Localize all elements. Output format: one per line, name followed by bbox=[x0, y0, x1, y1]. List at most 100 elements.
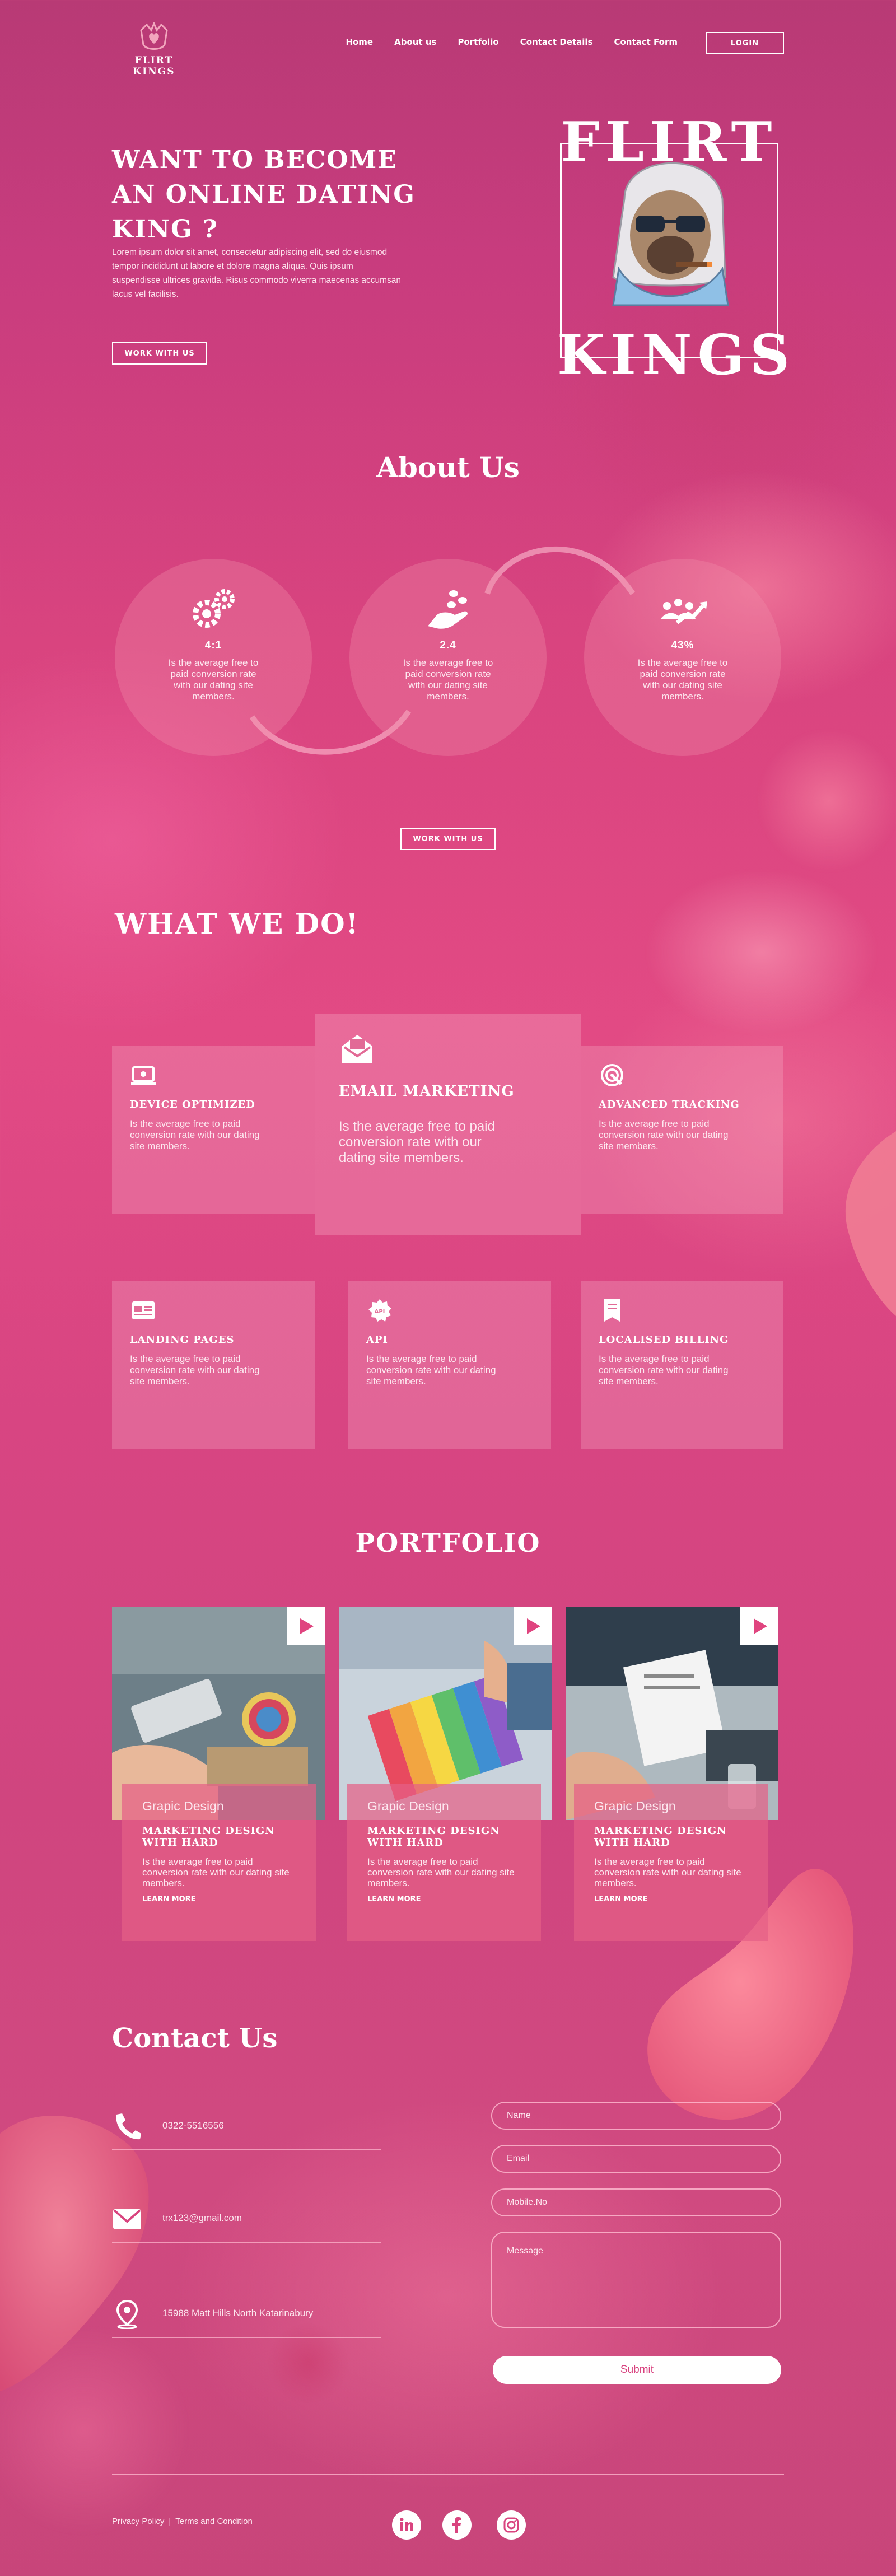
service-title: EMAIL MARKETING bbox=[339, 1083, 515, 1100]
rose-petal bbox=[0, 2115, 149, 2391]
service-card: ADVANCED TRACKING Is the average free to… bbox=[581, 1046, 783, 1214]
nav-contact-form[interactable]: Contact Form bbox=[614, 37, 678, 47]
gears-icon bbox=[193, 589, 235, 628]
service-card: DEVICE OPTIMIZED Is the average free to … bbox=[112, 1046, 315, 1214]
service-title: DEVICE OPTIMIZED bbox=[130, 1099, 255, 1110]
email-address: trx123@gmail.com bbox=[162, 2213, 242, 2223]
service-title: ADVANCED TRACKING bbox=[599, 1099, 740, 1110]
nav-portfolio[interactable]: Portfolio bbox=[458, 37, 498, 47]
contact-email: trx123@gmail.com bbox=[112, 2204, 381, 2243]
learn-more-link[interactable]: LEARN MORE bbox=[367, 1895, 421, 1903]
stat-value: 2.4 bbox=[440, 640, 456, 651]
brand-name: FLIRT KINGS bbox=[133, 55, 175, 77]
portfolio-category: Grapic Design bbox=[367, 1799, 449, 1813]
play-icon[interactable] bbox=[740, 1607, 778, 1645]
about-stat-card: 43% Is the average free to paid conversi… bbox=[584, 559, 781, 756]
portfolio-card-title: MARKETING DESIGN WITH HARD bbox=[367, 1825, 500, 1849]
hero-artwork: FLIRT KINGS bbox=[557, 115, 796, 388]
service-title: LOCALISED BILLING bbox=[599, 1334, 729, 1346]
about-work-with-us-button[interactable]: WORK WITH US bbox=[400, 828, 496, 850]
portfolio-category: Grapic Design bbox=[142, 1799, 224, 1813]
portfolio-card: Grapic Design MARKETING DESIGN WITH HARD… bbox=[122, 1784, 316, 1941]
service-card: API API Is the average free to paid conv… bbox=[348, 1281, 551, 1449]
email-icon bbox=[113, 2209, 141, 2229]
facebook-icon[interactable] bbox=[442, 2510, 472, 2540]
service-title: LANDING PAGES bbox=[130, 1334, 235, 1346]
about-stat-card: 4:1 Is the average free to paid conversi… bbox=[115, 559, 312, 756]
api-icon: API bbox=[368, 1299, 391, 1322]
nav-contact-details[interactable]: Contact Details bbox=[520, 37, 593, 47]
stat-value: 4:1 bbox=[204, 640, 222, 651]
crown-heart-icon bbox=[140, 22, 168, 50]
linkedin-icon[interactable] bbox=[392, 2510, 421, 2540]
stat-description: Is the average free to paid conversion r… bbox=[637, 657, 728, 702]
terms-link[interactable]: Terms and Condition bbox=[175, 2517, 253, 2526]
landing-page-icon bbox=[132, 1301, 155, 1319]
service-card-featured: EMAIL MARKETING Is the average free to p… bbox=[315, 1014, 581, 1235]
service-text: Is the average free to paid conversion r… bbox=[130, 1118, 260, 1151]
message-field[interactable] bbox=[491, 2232, 781, 2328]
street-address: 15988 Matt Hills North Katarinabury bbox=[162, 2308, 314, 2318]
portfolio-title: PORTFOLIO bbox=[355, 1528, 541, 1558]
name-field[interactable] bbox=[491, 2102, 781, 2130]
linkedin-glyph bbox=[400, 2518, 413, 2531]
contact-phone: 0322-5516556 bbox=[112, 2111, 381, 2150]
service-text: Is the average free to paid conversion r… bbox=[366, 1354, 496, 1387]
rose-petal bbox=[845, 1131, 896, 1316]
phone-icon bbox=[116, 2113, 141, 2140]
stat-value: 43% bbox=[671, 640, 694, 651]
stat-description: Is the average free to paid conversion r… bbox=[403, 657, 493, 702]
portfolio-card-title: MARKETING DESIGN WITH HARD bbox=[594, 1825, 727, 1849]
play-icon[interactable] bbox=[287, 1607, 325, 1645]
services-title: WHAT WE DO! bbox=[115, 907, 360, 940]
hero-text: Lorem ipsum dolor sit amet, consectetur … bbox=[112, 248, 402, 299]
about-stat-card: 2.4 Is the average free to paid conversi… bbox=[349, 559, 547, 756]
device-icon bbox=[131, 1066, 156, 1085]
email-field[interactable] bbox=[491, 2145, 781, 2173]
tracking-icon bbox=[601, 1064, 623, 1086]
bokeh-blob bbox=[756, 728, 896, 874]
phone-number: 0322-5516556 bbox=[162, 2120, 224, 2131]
contact-title: Contact Us bbox=[112, 2023, 278, 2054]
portfolio-card: Grapic Design MARKETING DESIGN WITH HARD… bbox=[347, 1784, 541, 1941]
nav-about-us[interactable]: About us bbox=[394, 37, 436, 47]
growth-chart-icon bbox=[660, 599, 707, 624]
email-icon bbox=[342, 1035, 372, 1063]
bokeh-blob bbox=[644, 868, 879, 1036]
svg-text:API: API bbox=[375, 1309, 385, 1315]
about-title: About Us bbox=[376, 451, 520, 484]
play-icon[interactable] bbox=[514, 1607, 552, 1645]
service-text: Is the average free to paid conversion r… bbox=[339, 1119, 495, 1165]
service-text: Is the average free to paid conversion r… bbox=[599, 1354, 729, 1387]
billing-icon bbox=[604, 1299, 620, 1322]
work-with-us-button[interactable]: WORK WITH US bbox=[112, 342, 207, 365]
submit-button[interactable]: Submit bbox=[493, 2356, 781, 2384]
privacy-policy-link[interactable]: Privacy Policy bbox=[112, 2517, 164, 2526]
portfolio-card-text: Is the average free to paid conversion r… bbox=[594, 1856, 741, 1888]
stat-description: Is the average free to paid conversion r… bbox=[168, 657, 259, 702]
nav-home[interactable]: Home bbox=[346, 37, 373, 47]
brand-logo[interactable]: FLIRT KINGS bbox=[112, 22, 196, 77]
instagram-glyph bbox=[503, 2517, 519, 2533]
footer-separator: | bbox=[169, 2517, 171, 2526]
main-menu: Home About us Portfolio Contact Details … bbox=[346, 37, 678, 47]
footer-links: Privacy Policy | Terms and Condition bbox=[112, 2517, 253, 2526]
learn-more-link[interactable]: LEARN MORE bbox=[594, 1895, 648, 1903]
hero-title: WANT TO BECOME AN ONLINE DATING KING ? bbox=[112, 146, 416, 244]
contact-address: 15988 Matt Hills North Katarinabury bbox=[112, 2299, 381, 2338]
service-text: Is the average free to paid conversion r… bbox=[599, 1118, 729, 1151]
learn-more-link[interactable]: LEARN MORE bbox=[142, 1895, 196, 1903]
footer-divider bbox=[112, 2474, 784, 2475]
mobile-field[interactable] bbox=[491, 2188, 781, 2216]
hero-art-bottom-text: KINGS bbox=[557, 323, 796, 388]
hand-coins-icon bbox=[428, 590, 468, 629]
instagram-icon[interactable] bbox=[497, 2510, 526, 2540]
portfolio-card-title: MARKETING DESIGN WITH HARD bbox=[142, 1825, 275, 1849]
portfolio-card: Grapic Design MARKETING DESIGN WITH HARD… bbox=[574, 1784, 768, 1941]
service-title: API bbox=[366, 1334, 388, 1346]
service-text: Is the average free to paid conversion r… bbox=[130, 1354, 260, 1387]
login-button[interactable]: LOGIN bbox=[706, 32, 784, 54]
top-navigation: FLIRT KINGS Home About us Portfolio Cont… bbox=[112, 22, 784, 77]
service-card: LOCALISED BILLING Is the average free to… bbox=[581, 1281, 783, 1449]
pug-mascot-illustration bbox=[612, 162, 729, 306]
